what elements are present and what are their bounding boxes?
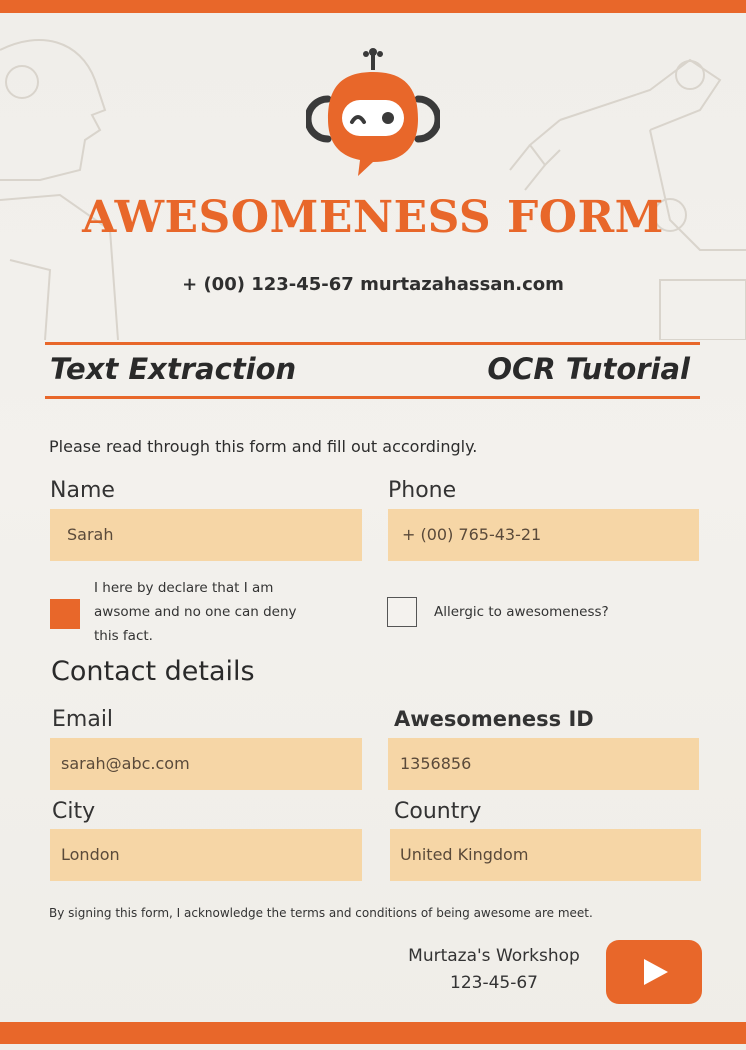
awesomeness-id-label: Awesomeness ID bbox=[394, 707, 594, 731]
banner-bottom-rule bbox=[45, 396, 700, 399]
declare-checkbox-label: I here by declare that I am awsome and n… bbox=[94, 576, 297, 648]
robot-logo-icon bbox=[306, 48, 440, 176]
contact-line: + (00) 123-45-67 murtazahassan.com bbox=[182, 274, 564, 295]
phone-label: Phone bbox=[388, 478, 457, 503]
banner-right-text: OCR Tutorial bbox=[487, 352, 690, 386]
declare-line-3: this fact. bbox=[94, 628, 153, 644]
form-page: AWESOMENESS FORM + (00) 123-45-67 murtaz… bbox=[0, 0, 746, 1050]
play-triangle-icon bbox=[644, 959, 668, 985]
phone-field[interactable]: + (00) 765-43-21 bbox=[388, 509, 699, 561]
email-field[interactable]: sarah@abc.com bbox=[50, 738, 362, 790]
email-label: Email bbox=[52, 707, 114, 732]
footer-phone: 123-45-67 bbox=[450, 973, 538, 993]
banner-top-rule bbox=[45, 342, 700, 345]
form-instructions: Please read through this form and fill o… bbox=[49, 437, 478, 456]
country-label: Country bbox=[394, 799, 482, 824]
name-field[interactable]: Sarah bbox=[50, 509, 362, 561]
contact-details-heading: Contact details bbox=[51, 656, 255, 687]
allergic-checkbox[interactable] bbox=[387, 597, 417, 627]
awesomeness-id-field[interactable]: 1356856 bbox=[388, 738, 699, 790]
bottom-accent-bar bbox=[0, 1022, 746, 1044]
footer-workshop-name: Murtaza's Workshop bbox=[408, 946, 580, 966]
country-field[interactable]: United Kingdom bbox=[390, 829, 701, 881]
youtube-play-icon[interactable] bbox=[606, 940, 702, 1004]
allergic-checkbox-label: Allergic to awesomeness? bbox=[434, 604, 609, 620]
name-label: Name bbox=[50, 478, 115, 503]
declare-line-1: I here by declare that I am bbox=[94, 580, 274, 596]
declare-line-2: awsome and no one can deny bbox=[94, 604, 297, 620]
banner-left-text: Text Extraction bbox=[50, 352, 297, 386]
city-field[interactable]: London bbox=[50, 829, 362, 881]
declare-checkbox[interactable] bbox=[50, 599, 80, 629]
top-accent-bar bbox=[0, 0, 746, 13]
city-label: City bbox=[52, 799, 96, 824]
form-title: AWESOMENESS FORM bbox=[82, 192, 664, 243]
terms-text: By signing this form, I acknowledge the … bbox=[49, 906, 593, 920]
